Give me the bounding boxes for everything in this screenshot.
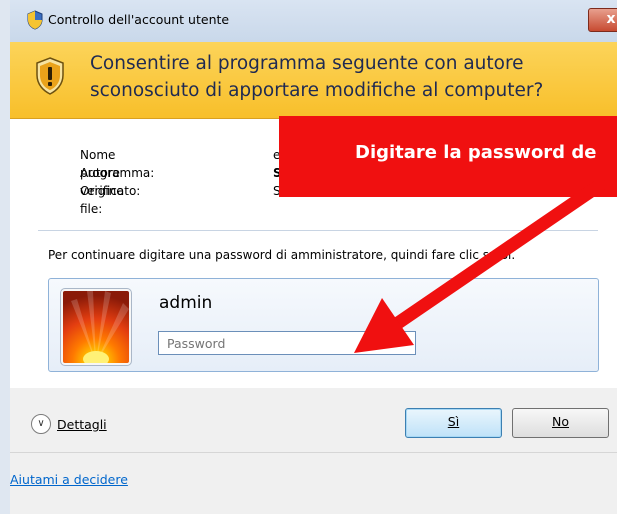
yes-button[interactable]: Sì: [405, 408, 502, 438]
separator: [38, 230, 598, 231]
warning-shield-icon: [36, 57, 64, 95]
window-frame-left: [0, 0, 10, 514]
banner-line-1: Consentire al programma seguente con aut…: [90, 53, 524, 74]
close-button[interactable]: x: [588, 8, 617, 32]
banner-line-2: sconosciuto di apportare modifiche al co…: [90, 80, 544, 101]
window-title: Controllo dell'account utente: [48, 12, 230, 27]
annotation-text: Digitare la password de: [355, 142, 597, 163]
footer-separator: [10, 452, 617, 453]
warning-banner: Consentire al programma seguente con aut…: [10, 42, 617, 119]
chevron-down-icon[interactable]: ∨: [31, 414, 51, 434]
annotation-callout: Digitare la password de: [279, 116, 617, 197]
banner-message: Consentire al programma seguente con aut…: [90, 50, 543, 104]
password-input[interactable]: [158, 331, 416, 355]
instruction-text: Per continuare digitare una password di …: [48, 248, 516, 262]
title-bar: Controllo dell'account utente x: [10, 0, 617, 42]
user-avatar: [60, 288, 132, 366]
flower-picture-icon: [71, 291, 129, 363]
username: admin: [159, 293, 213, 313]
detail-label: Origine file:: [80, 184, 124, 216]
no-button[interactable]: No: [512, 408, 609, 438]
details-toggle[interactable]: Dettagli: [57, 417, 107, 432]
help-link[interactable]: Aiutami a decidere: [10, 472, 128, 487]
credential-tile[interactable]: admin: [48, 278, 599, 372]
dialog-footer: ∨ Dettagli Sì No Aiutami a decidere: [10, 388, 617, 514]
uac-shield-icon: [27, 10, 43, 30]
